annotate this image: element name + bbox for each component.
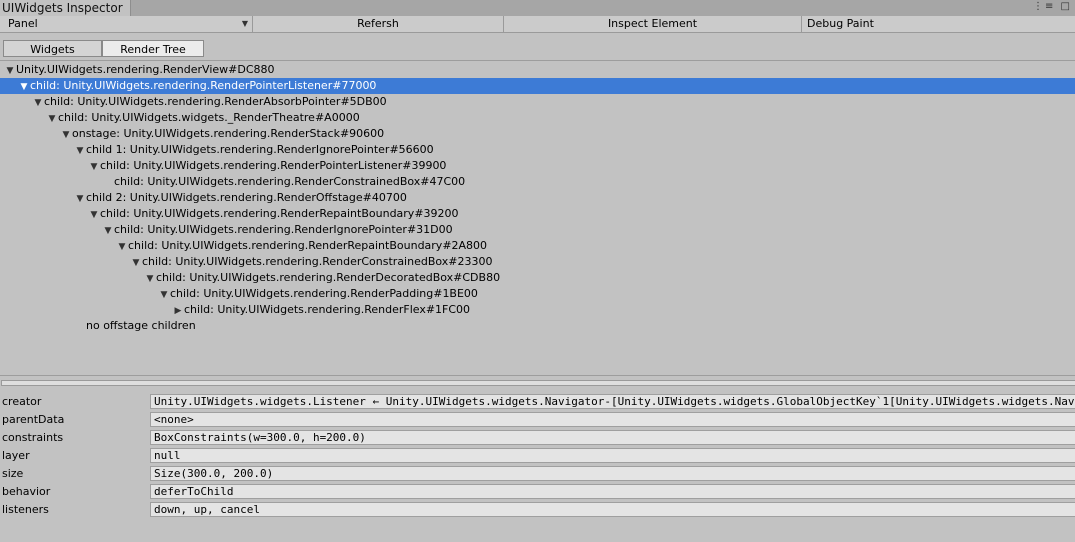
tree-node-label: child: Unity.UIWidgets.rendering.RenderR… bbox=[100, 207, 459, 220]
property-label: behavior bbox=[2, 485, 51, 498]
tree-node-label: child: Unity.UIWidgets.rendering.RenderC… bbox=[114, 175, 466, 188]
tab-widgets[interactable]: Widgets bbox=[3, 40, 102, 57]
panel-dropdown-label: Panel bbox=[8, 17, 38, 30]
property-row: creator Unity.UIWidgets.widgets.Listener … bbox=[0, 394, 1075, 411]
tree-node-label: child 2: Unity.UIWidgets.rendering.Rende… bbox=[86, 191, 407, 204]
property-label: layer bbox=[2, 449, 30, 462]
panel-splitter[interactable] bbox=[1, 380, 1075, 386]
property-label: listeners bbox=[2, 503, 49, 516]
tree-node-label: child: Unity.UIWidgets.rendering.RenderP… bbox=[30, 79, 377, 92]
tree-node[interactable]: ▼ child: Unity.UIWidgets.rendering.Render… bbox=[0, 78, 1075, 94]
expanded-triangle-icon[interactable]: ▼ bbox=[116, 239, 128, 255]
tree-node[interactable]: ▶ child: Unity.UIWidgets.rendering.Render… bbox=[0, 302, 1075, 318]
expanded-triangle-icon[interactable]: ▼ bbox=[18, 79, 30, 95]
debug-paint-toggle[interactable]: Debug Paint bbox=[802, 16, 1075, 32]
tree-node[interactable]: ▼ onstage: Unity.UIWidgets.rendering.Rend… bbox=[0, 126, 1075, 142]
tree-node-label: child: Unity.UIWidgets.rendering.RenderD… bbox=[156, 271, 501, 284]
expanded-triangle-icon[interactable]: ▼ bbox=[4, 63, 16, 79]
inspect-element-button[interactable]: Inspect Element bbox=[504, 16, 802, 32]
window-tab-strip: UIWidgets Inspector ⋮≡ □ bbox=[0, 0, 1075, 16]
refresh-button[interactable]: Refersh bbox=[253, 16, 504, 32]
tab-render-tree[interactable]: Render Tree bbox=[102, 40, 204, 57]
expanded-triangle-icon[interactable]: ▼ bbox=[88, 207, 100, 223]
property-label: size bbox=[2, 467, 24, 480]
tree-node-label: child: Unity.UIWidgets.rendering.RenderC… bbox=[142, 255, 493, 268]
tree-node-label: child: Unity.UIWidgets.rendering.RenderA… bbox=[44, 95, 387, 108]
property-value-field[interactable]: BoxConstraints(w=300.0, h=200.0) bbox=[150, 430, 1075, 445]
tree-node[interactable]: ▼ Unity.UIWidgets.rendering.RenderView#DC… bbox=[0, 62, 1075, 78]
tree-node-label: no offstage children bbox=[86, 319, 196, 332]
window-title: UIWidgets Inspector bbox=[2, 1, 123, 15]
tree-node[interactable]: ▼ child 2: Unity.UIWidgets.rendering.Rend… bbox=[0, 190, 1075, 206]
expanded-triangle-icon[interactable]: ▼ bbox=[74, 191, 86, 207]
tree-node[interactable]: ▼ child: Unity.UIWidgets.widgets._RenderT… bbox=[0, 110, 1075, 126]
tree-node[interactable]: ▼ child: Unity.UIWidgets.rendering.Render… bbox=[0, 254, 1075, 270]
tree-node-label: child: Unity.UIWidgets.rendering.RenderI… bbox=[114, 223, 453, 236]
tree-node-label: child: Unity.UIWidgets.rendering.RenderP… bbox=[170, 287, 478, 300]
property-label: parentData bbox=[2, 413, 65, 426]
property-row: size Size(300.0, 200.0) bbox=[0, 466, 1075, 483]
inspect-element-label: Inspect Element bbox=[607, 17, 698, 30]
property-value-field[interactable]: Unity.UIWidgets.widgets.Listener ← Unity… bbox=[150, 394, 1075, 409]
property-value-field[interactable]: <none> bbox=[150, 412, 1075, 427]
expanded-triangle-icon[interactable]: ▼ bbox=[74, 143, 86, 159]
tree-node[interactable]: child: Unity.UIWidgets.rendering.RenderC… bbox=[0, 174, 1075, 190]
property-label: creator bbox=[2, 395, 42, 408]
render-tree-view[interactable]: ▼ Unity.UIWidgets.rendering.RenderView#DC… bbox=[0, 60, 1075, 376]
tree-node-label: child: Unity.UIWidgets.rendering.RenderF… bbox=[184, 303, 471, 316]
property-value-field[interactable]: Size(300.0, 200.0) bbox=[150, 466, 1075, 481]
chevron-down-icon: ▼ bbox=[241, 19, 248, 28]
refresh-button-label: Refersh bbox=[357, 17, 399, 30]
tree-node[interactable]: ▼ child: Unity.UIWidgets.rendering.Render… bbox=[0, 158, 1075, 174]
tree-node-label: child: Unity.UIWidgets.rendering.RenderR… bbox=[128, 239, 488, 252]
expanded-triangle-icon[interactable]: ▼ bbox=[102, 223, 114, 239]
tree-node[interactable]: ▼ child: Unity.UIWidgets.rendering.Render… bbox=[0, 94, 1075, 110]
debug-paint-label: Debug Paint bbox=[807, 17, 874, 30]
property-value-field[interactable]: down, up, cancel bbox=[150, 502, 1075, 517]
tree-node-label: onstage: Unity.UIWidgets.rendering.Rende… bbox=[72, 127, 385, 140]
tree-node-label: Unity.UIWidgets.rendering.RenderView#DC8… bbox=[16, 63, 275, 76]
window-title-tab[interactable]: UIWidgets Inspector bbox=[0, 0, 131, 16]
panel-dropdown[interactable]: Panel ▼ bbox=[0, 16, 253, 32]
tree-node-label: child: Unity.UIWidgets.rendering.RenderP… bbox=[100, 159, 447, 172]
expanded-triangle-icon[interactable]: ▼ bbox=[88, 159, 100, 175]
collapsed-triangle-icon[interactable]: ▶ bbox=[172, 303, 184, 319]
tree-node[interactable]: ▼ child: Unity.UIWidgets.rendering.Render… bbox=[0, 270, 1075, 286]
property-row: behavior deferToChild bbox=[0, 484, 1075, 501]
expanded-triangle-icon[interactable]: ▼ bbox=[60, 127, 72, 143]
property-value-field[interactable]: null bbox=[150, 448, 1075, 463]
tree-node[interactable]: ▼ child: Unity.UIWidgets.rendering.Render… bbox=[0, 286, 1075, 302]
tree-node[interactable]: no offstage children bbox=[0, 318, 1075, 334]
expanded-triangle-icon[interactable]: ▼ bbox=[144, 271, 156, 287]
property-row: layer null bbox=[0, 448, 1075, 465]
property-label: constraints bbox=[2, 431, 64, 444]
expanded-triangle-icon[interactable]: ▼ bbox=[158, 287, 170, 303]
property-row: listeners down, up, cancel bbox=[0, 502, 1075, 519]
tree-node[interactable]: ▼ child: Unity.UIWidgets.rendering.Render… bbox=[0, 206, 1075, 222]
expanded-triangle-icon[interactable]: ▼ bbox=[130, 255, 142, 271]
window-menu-icon[interactable]: ⋮≡ □ bbox=[1033, 1, 1072, 12]
expanded-triangle-icon[interactable]: ▼ bbox=[46, 111, 58, 127]
tree-node[interactable]: ▼ child: Unity.UIWidgets.rendering.Render… bbox=[0, 222, 1075, 238]
tree-node-label: child: Unity.UIWidgets.widgets._RenderTh… bbox=[58, 111, 360, 124]
tree-node[interactable]: ▼ child: Unity.UIWidgets.rendering.Render… bbox=[0, 238, 1075, 254]
expanded-triangle-icon[interactable]: ▼ bbox=[32, 95, 44, 111]
tree-node-label: child 1: Unity.UIWidgets.rendering.Rende… bbox=[86, 143, 434, 156]
property-row: constraints BoxConstraints(w=300.0, h=200… bbox=[0, 430, 1075, 447]
property-row: parentData <none> bbox=[0, 412, 1075, 429]
inspector-toolbar: Panel ▼ Refersh Inspect Element Debug Pa… bbox=[0, 16, 1075, 33]
property-value-field[interactable]: deferToChild bbox=[150, 484, 1075, 499]
tree-node[interactable]: ▼ child 1: Unity.UIWidgets.rendering.Rend… bbox=[0, 142, 1075, 158]
